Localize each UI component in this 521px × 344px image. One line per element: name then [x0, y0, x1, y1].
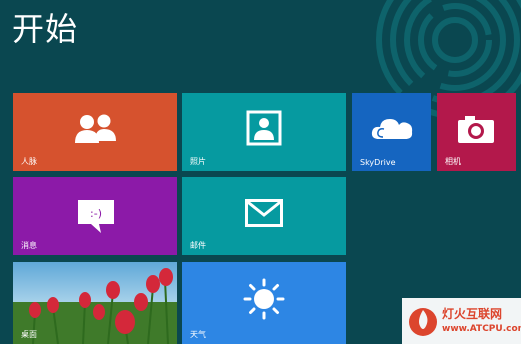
tile-weather[interactable]: 天气	[182, 262, 346, 344]
tile-skydrive[interactable]: SkyDrive	[352, 93, 431, 171]
tile-camera[interactable]: 相机	[437, 93, 516, 171]
start-title: 开始	[12, 10, 79, 48]
camera-icon	[458, 116, 494, 143]
svg-text::-): :-)	[90, 207, 102, 220]
desktop-wallpaper	[13, 262, 177, 344]
cloud-icon	[371, 119, 413, 139]
tile-label: 人脉	[21, 157, 37, 166]
tile-photos[interactable]: 照片	[182, 93, 346, 171]
tile-people[interactable]: 人脉	[13, 93, 177, 171]
tile-messaging[interactable]: :-) 消息	[13, 177, 177, 255]
tile-label: 消息	[21, 241, 37, 250]
photos-icon	[246, 110, 282, 146]
speech-bubble-icon: :-)	[78, 200, 114, 233]
watermark-url: www.ATCPU.com	[442, 324, 521, 334]
watermark-title: 灯火互联网	[442, 307, 503, 321]
tile-label: 相机	[445, 157, 461, 166]
site-watermark: 灯火互联网 www.ATCPU.com	[402, 298, 521, 344]
sun-icon	[243, 278, 285, 320]
envelope-icon	[245, 199, 283, 227]
tile-label: SkyDrive	[360, 158, 396, 167]
tile-desktop[interactable]: 桌面	[13, 262, 177, 344]
flame-logo-icon	[409, 308, 437, 336]
tile-label: 邮件	[190, 241, 206, 250]
tile-label: 桌面	[21, 330, 37, 339]
tile-label: 天气	[190, 330, 206, 339]
tile-mail[interactable]: 邮件	[182, 177, 346, 255]
tile-label: 照片	[190, 157, 206, 166]
people-icon	[75, 114, 116, 143]
